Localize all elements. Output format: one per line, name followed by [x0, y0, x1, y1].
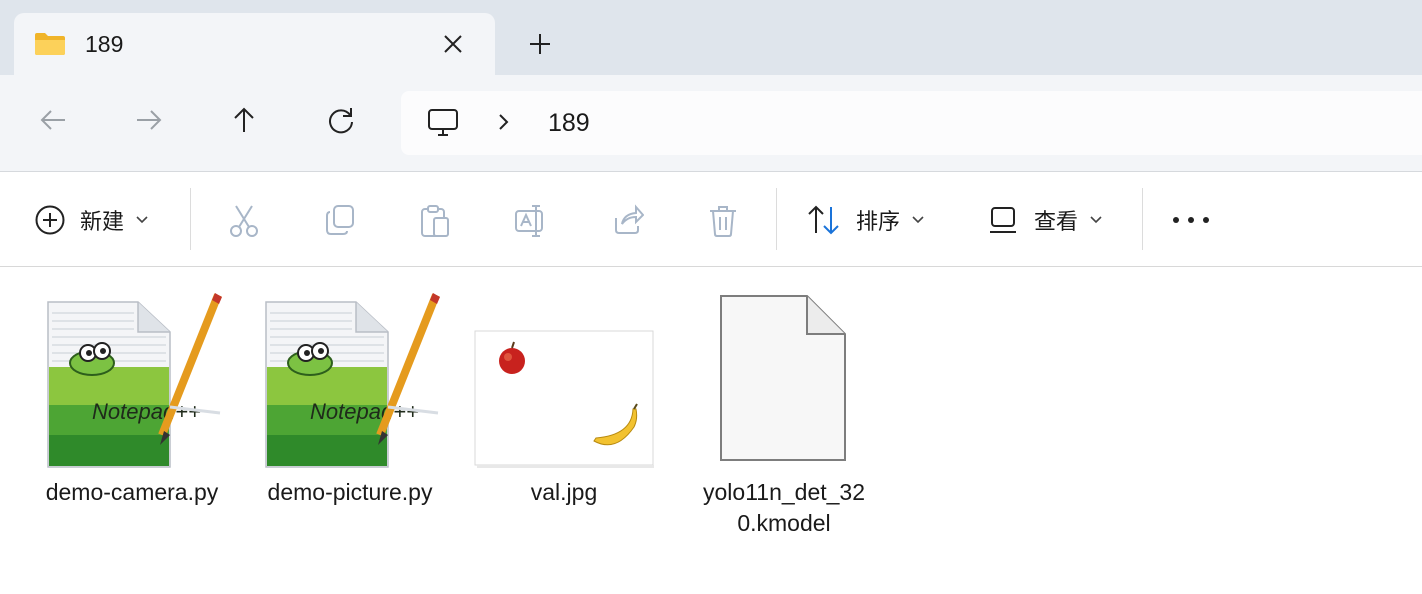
paste-icon[interactable]: [420, 204, 450, 243]
chevron-right-icon[interactable]: [497, 112, 511, 137]
tab-189[interactable]: 189: [14, 13, 495, 75]
file-item[interactable]: val.jpg: [474, 285, 655, 515]
up-button[interactable]: [229, 105, 259, 135]
file-name: demo-camera.py: [45, 479, 219, 505]
chevron-down-icon: [1090, 216, 1102, 224]
chevron-down-icon: [912, 216, 924, 224]
add-circle-icon: [35, 205, 65, 235]
generic-file-icon: [694, 285, 874, 475]
file-item[interactable]: Notepad++ demo-camera.py: [42, 285, 222, 545]
tab-title: 189: [85, 31, 124, 57]
new-label: 新建: [80, 209, 125, 234]
arrow-up-icon: [234, 107, 254, 132]
view-label: 查看: [1034, 209, 1079, 234]
file-item[interactable]: yolo11n_det_320.kmodel: [694, 285, 874, 545]
notepad-plus-plus-icon: Notepad++: [42, 285, 222, 475]
more-dots-icon: [1173, 217, 1209, 223]
address-bar[interactable]: 189: [401, 91, 1422, 155]
refresh-icon: [329, 108, 353, 134]
delete-icon[interactable]: [707, 204, 739, 243]
notepad-plus-plus-icon: Notepad++: [260, 285, 440, 475]
view-button[interactable]: 查看: [988, 202, 1102, 238]
folder-icon: [34, 32, 66, 61]
arrow-left-icon: [40, 110, 65, 130]
title-bar: 189: [0, 0, 1422, 75]
back-button[interactable]: [38, 105, 68, 135]
breadcrumb-189[interactable]: 189: [548, 109, 590, 138]
computer-icon[interactable]: [427, 108, 459, 143]
close-tab-icon[interactable]: [440, 31, 466, 57]
svg-text:Notepad++: Notepad++: [92, 399, 201, 424]
view-layout-icon: [990, 207, 1016, 233]
cut-icon[interactable]: [228, 204, 260, 243]
file-name: val.jpg: [530, 479, 598, 505]
chevron-down-icon: [136, 216, 148, 224]
sort-arrows-icon: [808, 205, 839, 235]
share-icon[interactable]: [610, 204, 645, 241]
file-name: demo-picture.py: [267, 479, 433, 505]
separator: [776, 188, 777, 250]
image-thumbnail-apple-banana: [474, 285, 655, 475]
copy-icon[interactable]: [324, 204, 356, 241]
separator: [1142, 188, 1143, 250]
file-view: Notepad++ demo-camera.py Notepad++ demo-…: [0, 267, 1422, 594]
file-item[interactable]: Notepad++ demo-picture.py: [260, 285, 440, 545]
new-tab-button[interactable]: [527, 31, 553, 57]
rename-icon[interactable]: [514, 204, 548, 243]
more-options-button[interactable]: [1172, 202, 1210, 238]
sort-button[interactable]: 排序: [806, 202, 924, 238]
file-name: yolo11n_det_320.kmodel: [703, 479, 865, 536]
refresh-button[interactable]: [326, 105, 356, 135]
navigation-bar: 189: [0, 75, 1422, 172]
arrow-right-icon: [137, 110, 162, 130]
svg-text:Notepad++: Notepad++: [310, 399, 419, 424]
command-bar: 新建 排序 查看: [0, 172, 1422, 267]
new-button[interactable]: 新建: [34, 202, 148, 238]
separator: [190, 188, 191, 250]
forward-button[interactable]: [134, 105, 164, 135]
sort-label: 排序: [856, 209, 901, 234]
